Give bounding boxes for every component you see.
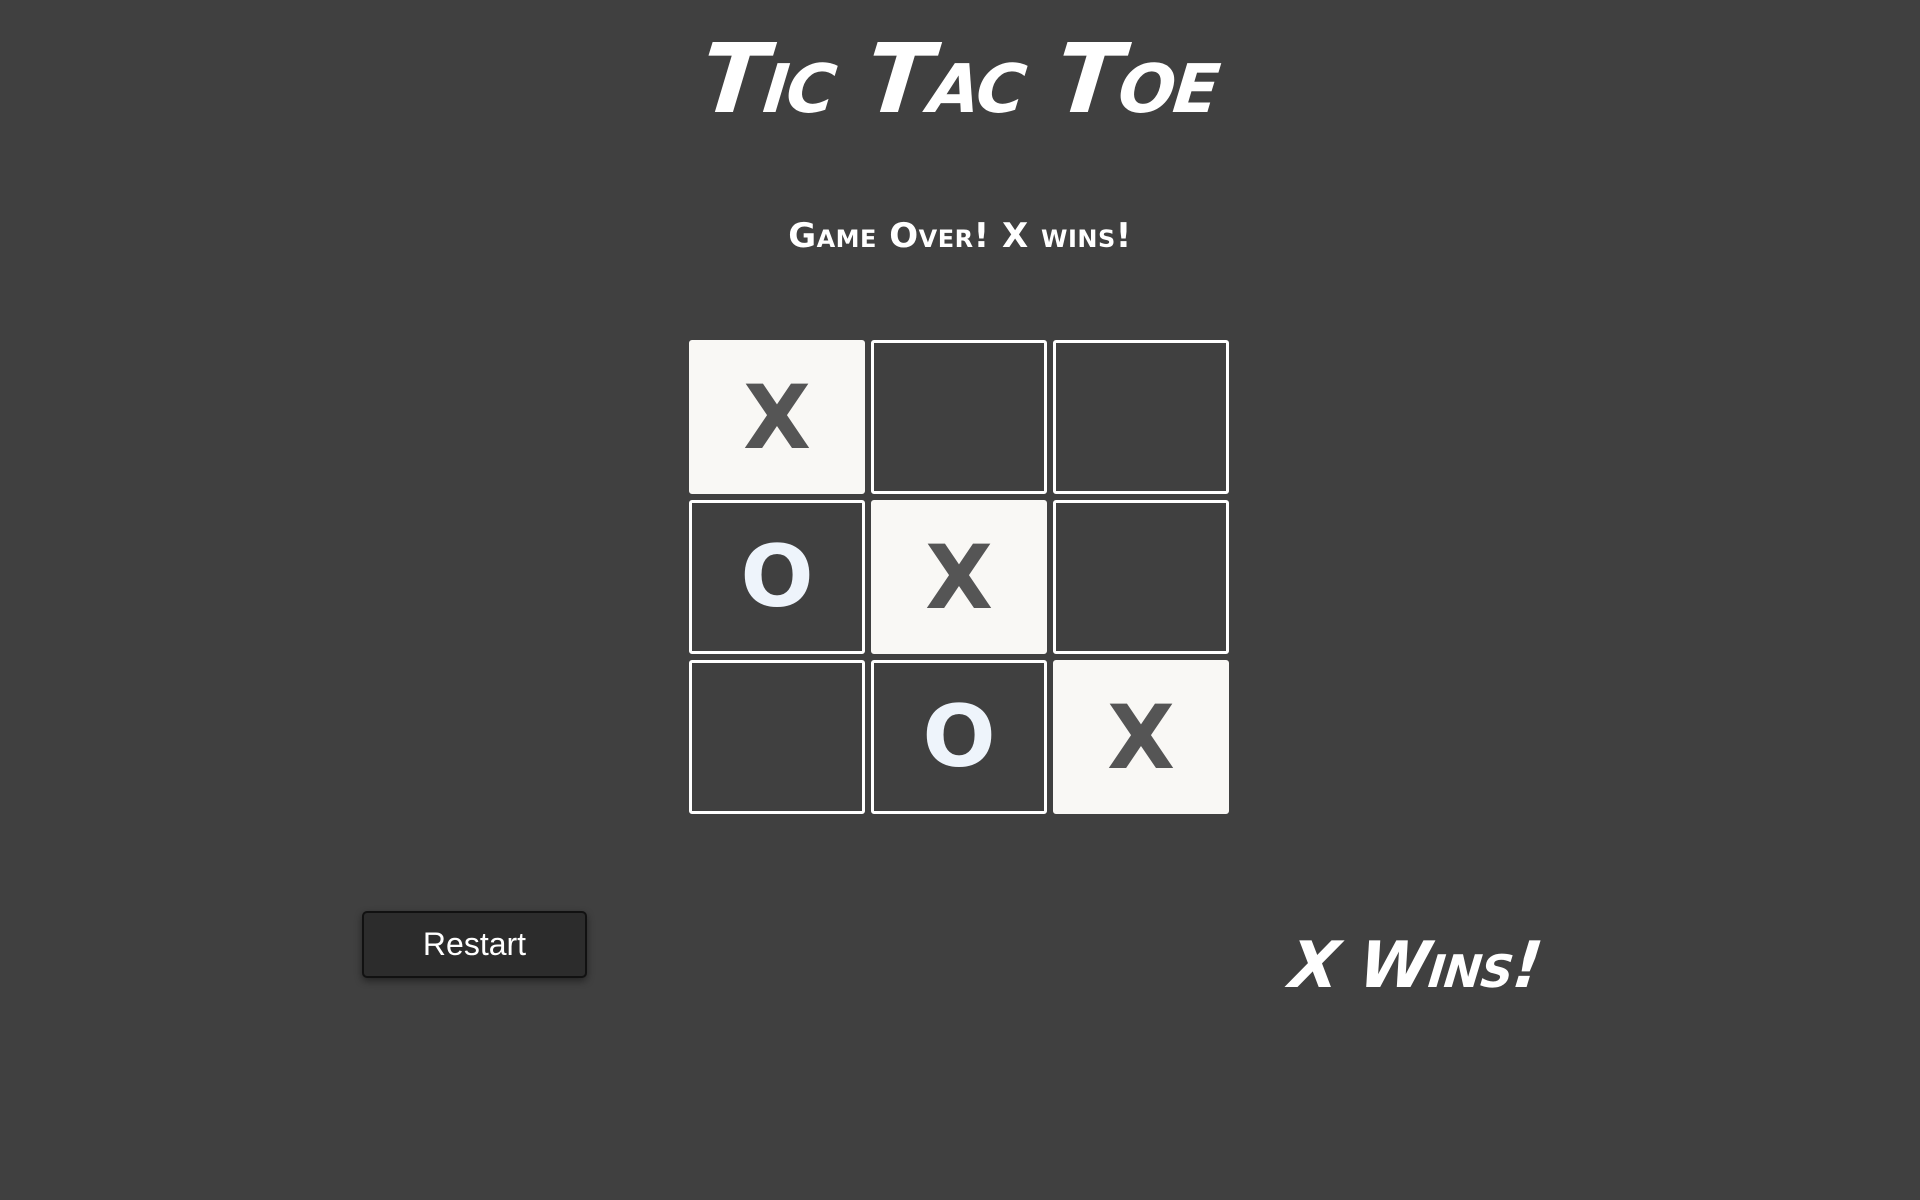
- board-cell-6[interactable]: [1053, 500, 1229, 654]
- board-cell-4[interactable]: O: [689, 500, 865, 654]
- game-status-message: Game Over! X wins!: [788, 216, 1132, 256]
- board-cell-1[interactable]: X: [689, 340, 865, 494]
- winner-banner: X Wins!: [1286, 929, 1546, 1003]
- restart-button[interactable]: Restart: [362, 911, 587, 978]
- board-cell-2[interactable]: [871, 340, 1047, 494]
- board-cell-9[interactable]: X: [1053, 660, 1229, 814]
- game-title: Tic Tac Toe: [695, 23, 1225, 135]
- board-cell-7[interactable]: [689, 660, 865, 814]
- game-page: Tic Tac Toe Game Over! X wins! X O X O X…: [0, 0, 1920, 1200]
- board-cell-5[interactable]: X: [871, 500, 1047, 654]
- game-board: X O X O X: [689, 340, 1231, 814]
- board-cell-3[interactable]: [1053, 340, 1229, 494]
- board-cell-8[interactable]: O: [871, 660, 1047, 814]
